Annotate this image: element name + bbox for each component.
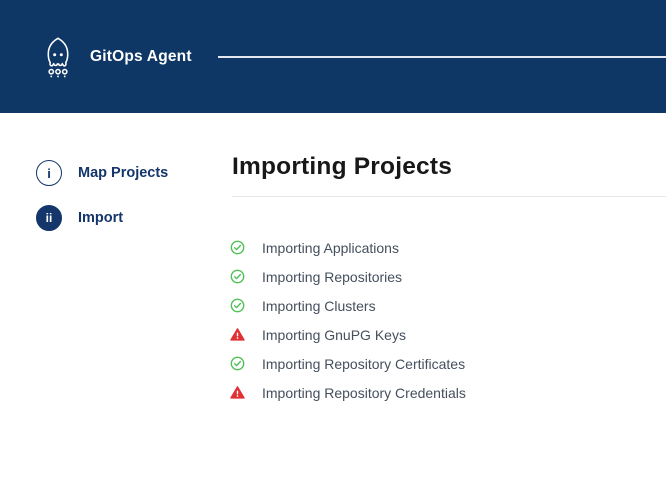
check-circle-icon [230, 298, 245, 313]
step-label: Import [78, 210, 123, 226]
wizard-step[interactable]: i Map Projects [36, 160, 232, 186]
content-area: i Map Projects ii Import Importing Proje… [0, 113, 666, 407]
wizard-steps: i Map Projects ii Import [0, 160, 232, 407]
import-status-row: Importing Applications [232, 233, 666, 262]
import-status-row: Importing Repository Certificates [232, 349, 666, 378]
import-status-row: Importing GnuPG Keys [232, 320, 666, 349]
status-label: Importing Applications [262, 240, 399, 256]
check-circle-icon [230, 269, 245, 284]
status-label: Importing Repository Credentials [262, 385, 466, 401]
status-label: Importing GnuPG Keys [262, 327, 406, 343]
argo-octopus-logo-icon [40, 35, 76, 79]
page-title: Importing Projects [232, 152, 666, 182]
check-circle-icon [230, 356, 245, 371]
header-rule [218, 56, 666, 58]
wizard-step[interactable]: ii Import [36, 205, 232, 231]
title-divider [232, 196, 666, 197]
check-circle-icon [230, 240, 245, 255]
step-number-badge: i [36, 160, 62, 186]
main-panel: Importing Projects Importing Application… [232, 152, 666, 407]
import-status-list: Importing Applications Importing Reposit… [232, 233, 666, 407]
app-header: GitOps Agent [0, 0, 666, 113]
warning-triangle-icon [230, 385, 245, 400]
status-label: Importing Repositories [262, 269, 402, 285]
app-title: GitOps Agent [90, 48, 192, 66]
status-label: Importing Repository Certificates [262, 356, 465, 372]
status-label: Importing Clusters [262, 298, 376, 314]
step-label: Map Projects [78, 165, 168, 181]
step-number-badge: ii [36, 205, 62, 231]
import-status-row: Importing Repository Credentials [232, 378, 666, 407]
import-status-row: Importing Clusters [232, 291, 666, 320]
warning-triangle-icon [230, 327, 245, 342]
import-status-row: Importing Repositories [232, 262, 666, 291]
